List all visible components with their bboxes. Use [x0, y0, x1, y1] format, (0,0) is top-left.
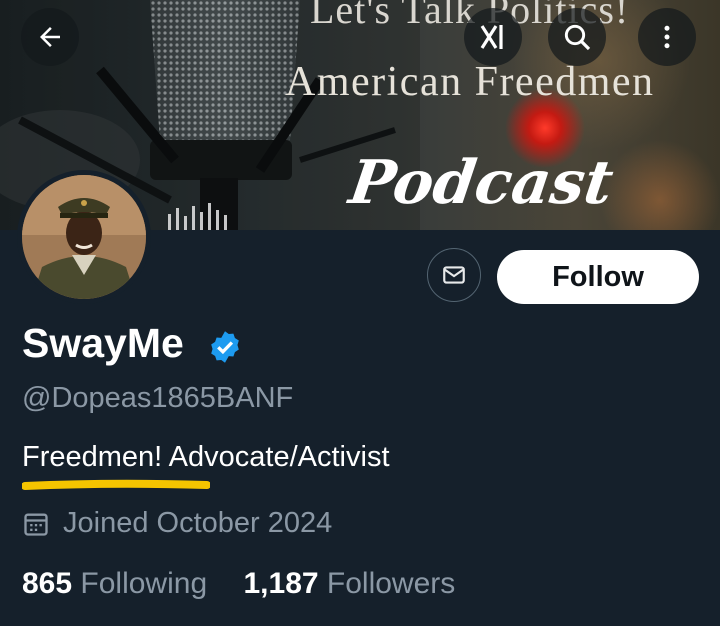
verified-badge-icon: [211, 331, 239, 363]
follow-button[interactable]: Follow: [497, 250, 699, 304]
more-options-button[interactable]: [638, 8, 696, 66]
joined-date: Joined October 2024: [63, 507, 333, 539]
display-name: SwayMe: [22, 320, 184, 366]
following-label: Following: [80, 567, 208, 600]
banner-podcast-text: Podcast: [345, 148, 618, 218]
following-count: 865: [22, 567, 73, 600]
followers-count: 1,187: [243, 567, 319, 600]
calendar-icon: [24, 513, 48, 536]
banner-title-line2: American Freedmen: [285, 59, 655, 105]
highlight-underline: [22, 479, 210, 490]
message-button[interactable]: [427, 248, 481, 302]
followers-label: Followers: [326, 567, 456, 600]
follow-stats: 865 Following 1,187 Followers: [22, 567, 483, 601]
grok-button[interactable]: [464, 8, 522, 66]
user-handle: @Dopeas1865BANF: [22, 382, 294, 414]
arrow-left-icon: [40, 27, 60, 47]
profile-avatar[interactable]: [17, 170, 151, 304]
search-icon: [564, 24, 591, 51]
envelope-icon: [443, 266, 465, 284]
grok-icon: [480, 25, 503, 49]
following-link[interactable]: 865 Following: [22, 567, 207, 601]
back-button[interactable]: [21, 8, 79, 66]
search-button[interactable]: [548, 8, 606, 66]
more-vertical-icon: [664, 25, 670, 49]
followers-link[interactable]: 1,187 Followers: [243, 567, 455, 601]
profile-bio: Freedmen! Advocate/Activist: [22, 441, 390, 473]
